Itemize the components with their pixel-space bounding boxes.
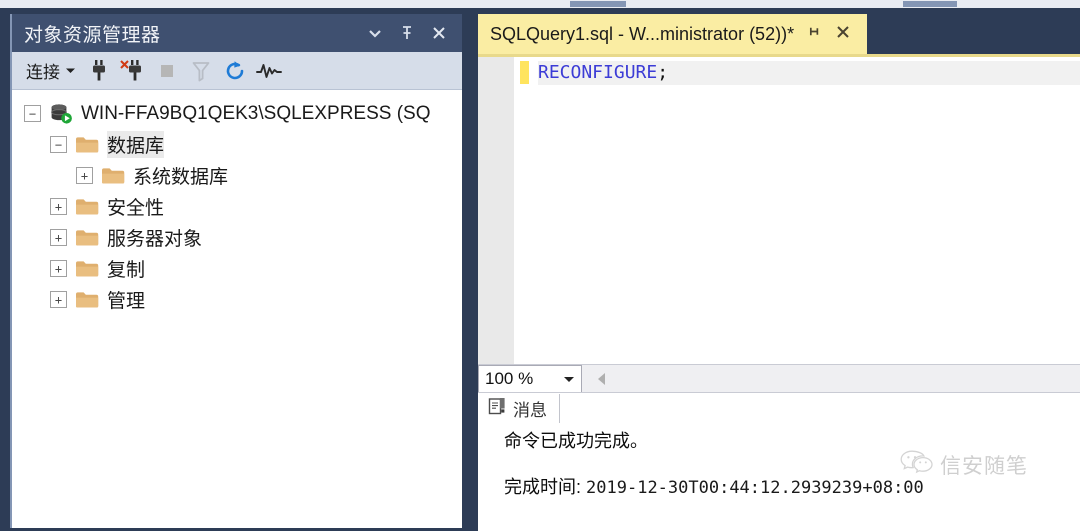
expand-toggle-icon[interactable]: + (50, 291, 67, 308)
filter-funnel-icon[interactable] (184, 56, 218, 86)
tree-node-label: 管理 (107, 291, 146, 312)
tree-node[interactable]: + 服务器对象 (12, 222, 462, 253)
tree-node-label: 数据库 (107, 131, 165, 158)
refresh-icon[interactable] (218, 56, 252, 86)
tree-node-label: 系统数据库 (133, 167, 229, 188)
window-top-strip (0, 0, 1080, 8)
connect-button[interactable]: 连接 (26, 58, 82, 83)
editor-change-bar (520, 61, 529, 84)
tree-node[interactable]: + 管理 (12, 284, 462, 315)
tab-buttons (808, 24, 851, 45)
disconnect-plug-icon[interactable] (116, 56, 150, 86)
results-tab-label: 消息 (513, 401, 547, 420)
tree-node-label: 服务器对象 (107, 229, 203, 250)
pin-icon[interactable] (808, 24, 823, 44)
object-explorer-tree[interactable]: − WIN-FFA9BQ1QEK3\SQLEXPRESS (SQ − 数据库 + 系统数据… (12, 91, 462, 528)
tree-node[interactable]: − 数据库 (12, 129, 462, 160)
sql-editor[interactable]: RECONFIGURE; (478, 57, 1080, 364)
tree-node[interactable]: − WIN-FFA9BQ1QEK3\SQLEXPRESS (SQ (12, 98, 462, 129)
tree-node-label: 安全性 (107, 198, 165, 219)
editor-tab-strip: SQLQuery1.sql - W...ministrator (52))* (478, 14, 1080, 54)
close-icon[interactable] (430, 24, 448, 42)
object-explorer-titlebar: 对象资源管理器 (12, 14, 462, 52)
server-database-running-icon (49, 103, 74, 125)
connect-plug-icon[interactable] (82, 56, 116, 86)
completion-time-value: 2019-12-30T00:44:12.2939239+08:00 (586, 478, 924, 498)
connect-label: 连接 (26, 63, 60, 82)
message-completion-time: 完成时间: 2019-12-30T00:44:12.2939239+08:00 (504, 473, 1080, 502)
tree-node[interactable]: + 复制 (12, 253, 462, 284)
sql-keyword: RECONFIGURE (538, 62, 658, 83)
zoom-level-value: 100 % (485, 369, 534, 388)
message-success: 命令已成功完成。 (504, 431, 648, 451)
object-explorer-title-buttons (366, 24, 454, 42)
tab-sqlquery1[interactable]: SQLQuery1.sql - W...ministrator (52))* (478, 14, 867, 54)
messages-body[interactable]: 命令已成功完成。 完成时间: 2019-12-30T00:44:12.29392… (478, 423, 1080, 531)
expand-toggle-icon[interactable]: + (50, 260, 67, 277)
folder-icon (75, 290, 100, 310)
window-menu-chevron-icon[interactable] (366, 24, 384, 42)
tab-messages[interactable]: 消息 (478, 394, 560, 423)
folder-icon (101, 166, 126, 186)
object-explorer-title: 对象资源管理器 (24, 24, 161, 46)
stop-icon[interactable] (150, 56, 184, 86)
folder-icon (75, 135, 100, 155)
chevron-down-icon (66, 68, 75, 73)
results-pane: 消息 命令已成功完成。 完成时间: 2019-12-30T00:44:12.29… (478, 392, 1080, 531)
expand-toggle-icon[interactable]: + (76, 167, 93, 184)
object-explorer-inner: 对象资源管理器 连接 − WIN-FFA9BQ1QEK3\SQLEXPRESS … (10, 14, 462, 528)
sql-punct: ; (657, 62, 669, 83)
horizontal-scroll-left-arrow[interactable] (596, 371, 608, 392)
chevron-down-icon (564, 377, 574, 382)
editor-code-line[interactable]: RECONFIGURE; (538, 61, 1080, 85)
object-explorer-toolbar: 连接 (12, 52, 462, 90)
activity-monitor-icon[interactable] (252, 56, 286, 86)
collapse-toggle-icon[interactable]: − (50, 136, 67, 153)
ssms-window: 对象资源管理器 连接 − WIN-FFA9BQ1QEK3\SQLEXPRESS … (0, 0, 1080, 531)
results-tab-strip: 消息 (478, 393, 560, 423)
tree-node[interactable]: + 系统数据库 (12, 160, 462, 191)
expand-toggle-icon[interactable]: + (50, 198, 67, 215)
editor-gutter (478, 57, 514, 364)
messages-report-icon (488, 397, 507, 421)
collapse-toggle-icon[interactable]: − (24, 105, 41, 122)
tree-node[interactable]: + 安全性 (12, 191, 462, 222)
auto-hide-pin-icon[interactable] (398, 24, 416, 42)
close-icon[interactable] (835, 24, 851, 45)
document-area: SQLQuery1.sql - W...ministrator (52))* R… (470, 8, 1080, 531)
folder-icon (75, 228, 100, 248)
completion-time-label: 完成时间: (504, 477, 582, 497)
expand-toggle-icon[interactable]: + (50, 229, 67, 246)
folder-icon (75, 259, 100, 279)
tree-node-label: WIN-FFA9BQ1QEK3\SQLEXPRESS (SQ (81, 102, 431, 124)
zoom-level-combobox[interactable]: 100 % (478, 365, 582, 393)
editor-zoom-bar: 100 % (478, 364, 1080, 393)
object-explorer-panel: 对象资源管理器 连接 − WIN-FFA9BQ1QEK3\SQLEXPRESS … (0, 8, 470, 528)
folder-icon (75, 197, 100, 217)
tab-label: SQLQuery1.sql - W...ministrator (52))* (490, 23, 795, 44)
tree-node-label: 复制 (107, 260, 146, 281)
